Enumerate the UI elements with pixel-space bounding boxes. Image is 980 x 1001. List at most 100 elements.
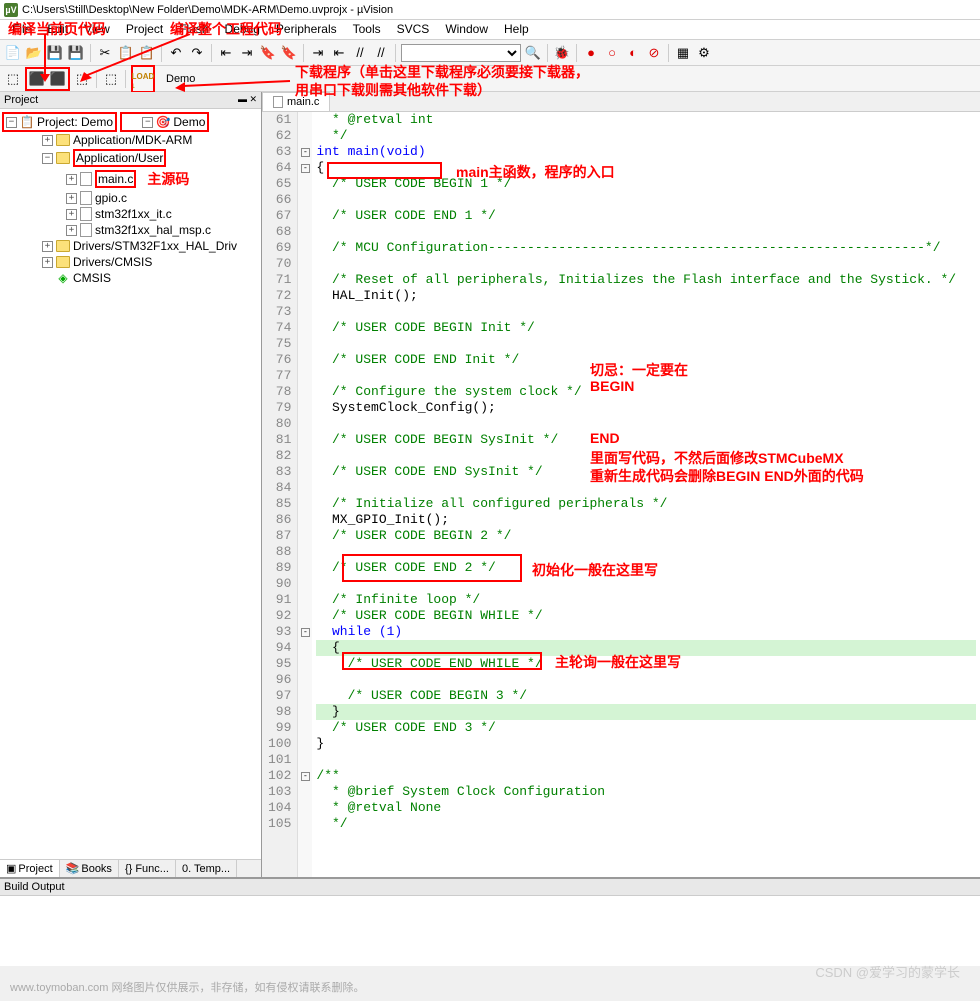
cmsis-icon: ◈ xyxy=(56,271,70,285)
build-icon[interactable]: ⬛ xyxy=(28,70,46,88)
comment-icon[interactable]: // xyxy=(351,44,369,62)
code-lines[interactable]: * @retval int */int main(void){ /* USER … xyxy=(312,112,980,877)
expand-icon[interactable]: + xyxy=(66,225,77,236)
tree-file-it[interactable]: + stm32f1xx_it.c xyxy=(2,206,259,222)
file-icon xyxy=(273,96,283,108)
cut-icon[interactable]: ✂ xyxy=(96,44,114,62)
config-icon[interactable]: ⚙ xyxy=(695,44,713,62)
translate-icon[interactable]: ⬚ xyxy=(4,70,22,88)
footer-text: www.toymoban.com 网络图片仅供展示，非存储，如有侵权请联系删除。 xyxy=(10,979,364,995)
tree-file-msp-label: stm32f1xx_hal_msp.c xyxy=(95,223,211,237)
redo-icon[interactable]: ↷ xyxy=(188,44,206,62)
app-icon: µV xyxy=(4,3,18,17)
tree-group5[interactable]: ◈ CMSIS xyxy=(2,270,259,286)
tree-group4-label: Drivers/CMSIS xyxy=(73,255,152,269)
paste-icon[interactable]: 📋 xyxy=(138,44,156,62)
tree-group3[interactable]: + Drivers/STM32F1xx_HAL_Driv xyxy=(2,238,259,254)
bookmark-prev-icon[interactable]: ⇤ xyxy=(217,44,235,62)
uncomment-icon[interactable]: // xyxy=(372,44,390,62)
breakpoint-toggle-icon[interactable]: ○ xyxy=(603,44,621,62)
line-numbers: 6162636465666768697071727374757677787980… xyxy=(262,112,298,877)
target-label: Demo xyxy=(166,73,195,85)
tree-file-msp[interactable]: + stm32f1xx_hal_msp.c xyxy=(2,222,259,238)
separator xyxy=(96,70,97,88)
tree-group4[interactable]: + Drivers/CMSIS xyxy=(2,254,259,270)
breakpoint-kill-icon[interactable]: ⊘ xyxy=(645,44,663,62)
annotation-warn-begin: BEGIN xyxy=(590,378,634,394)
file-icon xyxy=(80,191,92,205)
menu-svcs[interactable]: SVCS xyxy=(389,20,438,39)
outdent-icon[interactable]: ⇤ xyxy=(330,44,348,62)
project-tree[interactable]: − 📋 Project: Demo − 🎯 Demo + Application… xyxy=(0,109,261,859)
tab-project[interactable]: ▣Project xyxy=(0,860,60,877)
menu-project[interactable]: Project xyxy=(118,20,171,39)
folder-icon xyxy=(56,256,70,268)
save-icon[interactable]: 💾 xyxy=(46,44,64,62)
breakpoint-icon[interactable]: ● xyxy=(582,44,600,62)
expand-icon[interactable]: + xyxy=(42,135,53,146)
batch-build-icon[interactable]: ⬚ xyxy=(73,70,91,88)
indent-icon[interactable]: ⇥ xyxy=(309,44,327,62)
panel-controls[interactable]: ▬ ✕ xyxy=(238,94,257,106)
bookmark-clear-icon[interactable]: 🔖 xyxy=(280,44,298,62)
tree-file-gpio[interactable]: + gpio.c xyxy=(2,190,259,206)
expand-icon[interactable]: − xyxy=(6,117,17,128)
annotation-download2: 用串口下载则需其他软件下载） xyxy=(295,80,491,100)
tree-project[interactable]: − 📋 Project: Demo xyxy=(2,112,117,132)
annotation-loop: 主轮询一般在这里写 xyxy=(555,652,681,672)
expand-icon[interactable]: + xyxy=(42,241,53,252)
expand-icon[interactable]: − xyxy=(42,153,53,164)
find-icon[interactable]: 🔍 xyxy=(524,44,542,62)
menu-window[interactable]: Window xyxy=(437,20,496,39)
tree-target[interactable]: − 🎯 Demo xyxy=(120,112,209,132)
menu-help[interactable]: Help xyxy=(496,20,537,39)
separator xyxy=(547,44,548,62)
separator xyxy=(668,44,669,62)
tab-functions[interactable]: {} Func... xyxy=(119,860,176,877)
menu-tools[interactable]: Tools xyxy=(345,20,389,39)
build-output-body[interactable] xyxy=(0,896,980,966)
save-all-icon[interactable]: 💾 xyxy=(67,44,85,62)
tab-templates[interactable]: 0. Temp... xyxy=(176,860,237,877)
expand-icon[interactable]: + xyxy=(42,257,53,268)
rebuild-icon[interactable]: ⬛ xyxy=(49,70,67,88)
expand-icon[interactable]: − xyxy=(142,117,153,128)
project-panel-header: Project ▬ ✕ xyxy=(0,92,261,109)
window-title: C:\Users\Still\Desktop\New Folder\Demo\M… xyxy=(22,4,393,16)
undo-icon[interactable]: ↶ xyxy=(167,44,185,62)
new-file-icon[interactable]: 📄 xyxy=(4,44,22,62)
title-bar: µV C:\Users\Still\Desktop\New Folder\Dem… xyxy=(0,0,980,20)
fold-column[interactable]: ---- xyxy=(298,112,312,877)
project-panel-title: Project xyxy=(4,94,38,106)
open-file-icon[interactable]: 📂 xyxy=(25,44,43,62)
code-editor[interactable]: 6162636465666768697071727374757677787980… xyxy=(262,112,980,877)
expand-icon[interactable]: + xyxy=(66,209,77,220)
tree-group1[interactable]: + Application/MDK-ARM xyxy=(2,132,259,148)
find-combo[interactable] xyxy=(401,44,521,62)
bookmark-icon[interactable]: 🔖 xyxy=(259,44,277,62)
annotation-compile-all: 编译整个工程代码 xyxy=(170,19,282,39)
copy-icon[interactable]: 📋 xyxy=(117,44,135,62)
tree-file-main-label: main.c xyxy=(95,170,136,188)
tree-project-label: Project: Demo xyxy=(37,115,113,129)
separator xyxy=(125,70,126,88)
bookmark-next-icon[interactable]: ⇥ xyxy=(238,44,256,62)
file-icon xyxy=(80,172,92,186)
expand-icon[interactable]: + xyxy=(66,193,77,204)
tree-group2[interactable]: − Application/User xyxy=(2,148,259,168)
breakpoint-disable-icon[interactable]: ◐ xyxy=(624,44,642,62)
annotation-warn-title: 切忌：一定要在 xyxy=(590,360,688,380)
window-icon[interactable]: ▦ xyxy=(674,44,692,62)
debug-icon[interactable]: 🐞 xyxy=(553,44,571,62)
folder-icon xyxy=(56,152,70,164)
download-icon[interactable]: LOAD↓ xyxy=(134,72,152,90)
build-output-panel: Build Output xyxy=(0,877,980,966)
annotation-compile-current: 编译当前页代码 xyxy=(8,19,106,39)
panel-tabs: ▣Project 📚Books {} Func... 0. Temp... xyxy=(0,859,261,877)
tree-file-main[interactable]: + main.c 主源码 xyxy=(2,168,259,190)
stop-build-icon[interactable]: ⬚ xyxy=(102,70,120,88)
tab-books[interactable]: 📚Books xyxy=(60,860,119,877)
folder-icon xyxy=(56,134,70,146)
menu-bar: File Edit View Project Flash Debug Perip… xyxy=(0,20,980,40)
expand-icon[interactable]: + xyxy=(66,174,77,185)
